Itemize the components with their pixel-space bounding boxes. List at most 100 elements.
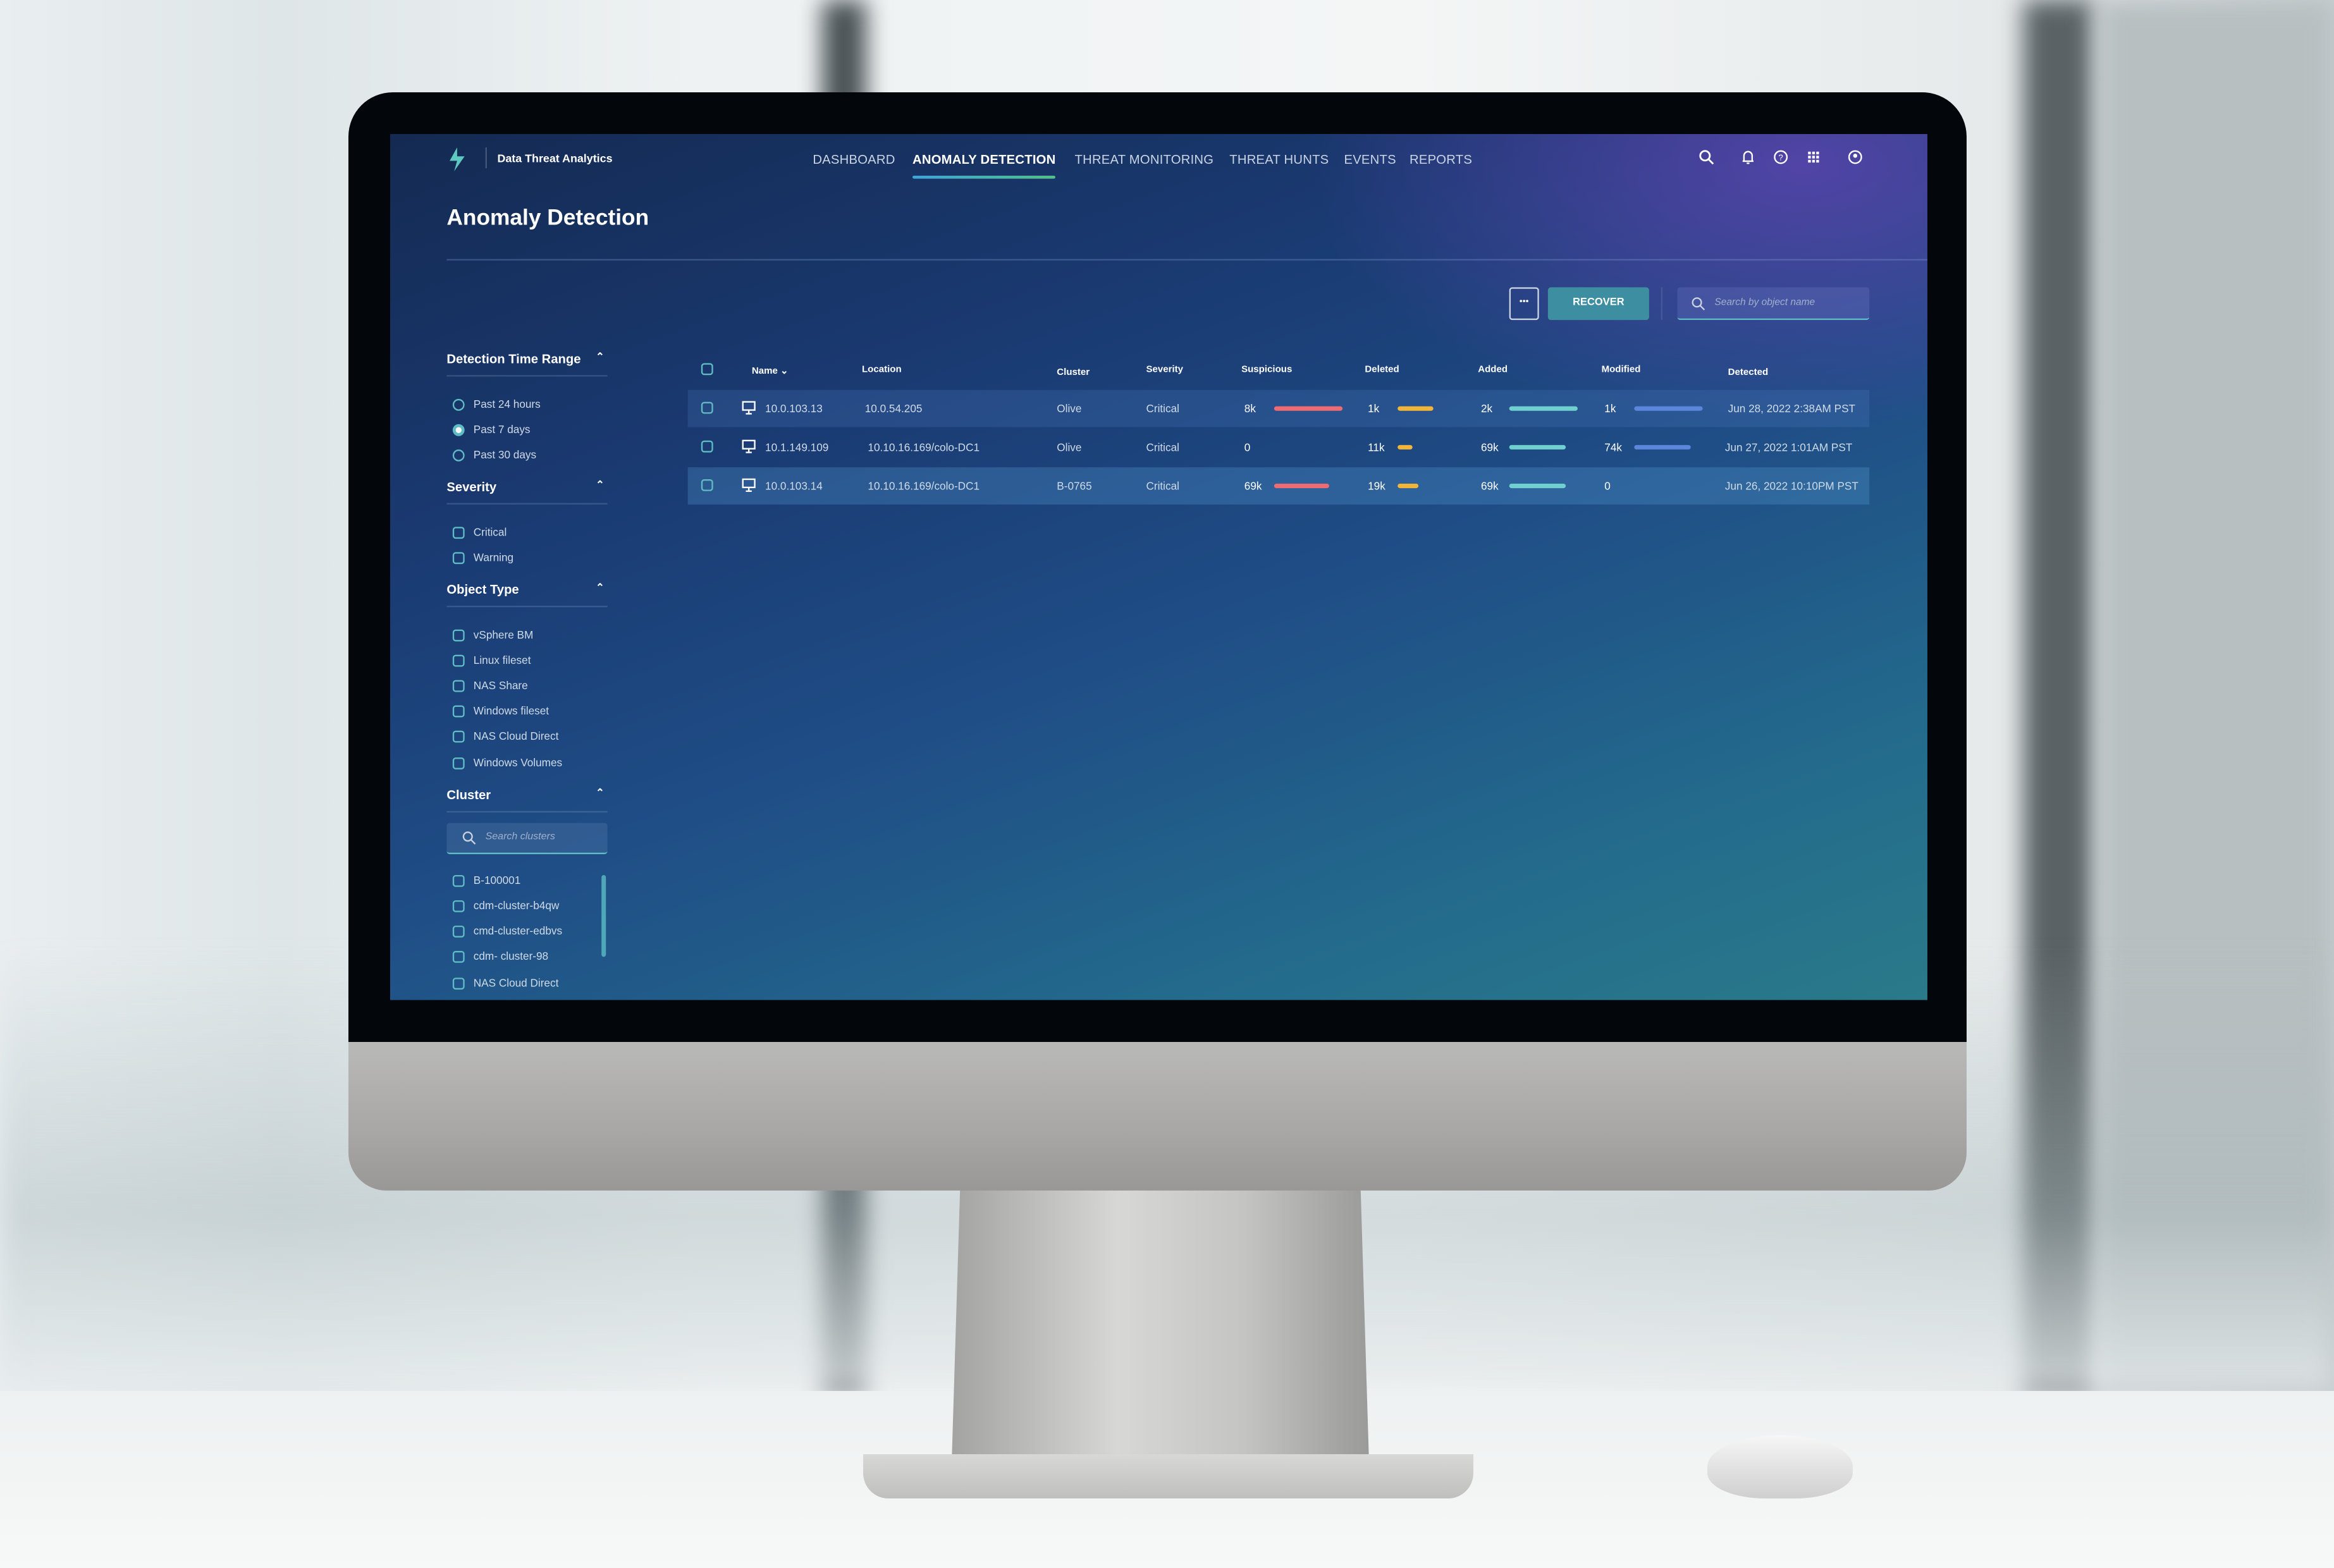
chevron-up-icon[interactable]: ⌃ [596,479,605,491]
chevron-up-icon[interactable]: ⌃ [596,582,605,594]
more-actions-button[interactable]: ••• [1509,287,1539,321]
filter-time-header[interactable]: Detection Time Range ⌃ [446,352,607,367]
column-header-cluster[interactable]: Cluster [1057,367,1090,377]
search-icon[interactable] [1698,149,1715,166]
row-checkbox[interactable] [701,479,713,491]
nav-anomaly-detection[interactable]: ANOMALY DETECTION [912,152,1056,167]
checkbox-cluster[interactable]: cmd-cluster-edbvs [452,924,562,938]
table-row[interactable]: 10.1.149.109 10.10.16.169/colo-DC1 Olive Cr… [688,429,1870,466]
cell-added: 69k [1480,479,1499,493]
checkbox-object-type[interactable]: NAS Share [452,678,528,692]
nav-reports[interactable]: REPORTS [1410,152,1472,167]
radio-past-24-hours[interactable]: Past 24 hours [452,398,541,411]
column-header-modified[interactable]: Modified [1602,365,1641,375]
cell-name[interactable]: 10.0.103.13 [765,402,823,415]
deleted-bar [1397,406,1434,410]
cell-suspicious: 8k [1244,401,1256,415]
deleted-bar [1397,484,1418,487]
suspicious-bar [1274,484,1329,487]
deleted-bar [1397,444,1413,449]
filter-object-type-header[interactable]: Object Type ⌃ [446,582,607,597]
table-row[interactable]: 10.0.103.14 10.10.16.169/colo-DC1 B-0765 Cr… [687,467,1870,505]
cell-added: 2k [1480,401,1493,415]
divider [446,811,608,813]
cell-cluster: Olive [1057,440,1082,454]
cell-severity: Critical [1146,401,1179,415]
table-row[interactable]: 10.0.103.13 10.0.54.205 Olive Critical 8k 1k 2… [687,389,1870,427]
chevron-up-icon[interactable]: ⌃ [596,787,605,799]
cluster-search-input[interactable]: Search clusters [446,823,608,854]
filter-cluster-header[interactable]: Cluster ⌃ [446,787,607,802]
monitor-icon [742,478,756,492]
search-icon [462,831,476,845]
checkbox-warning[interactable]: Warning [452,551,513,564]
checkbox-object-type[interactable]: NAS Cloud Direct [452,729,558,742]
cell-severity: Critical [1146,479,1179,493]
chevron-up-icon[interactable]: ⌃ [596,352,605,363]
column-header-deleted[interactable]: Deleted [1365,365,1399,375]
filter-severity-header[interactable]: Severity ⌃ [446,479,607,494]
checkbox-cluster[interactable]: cdm- cluster-98 [452,950,548,963]
cell-detected: Jun 26, 2022 10:10PM PST [1724,479,1858,493]
cell-detected: Jun 28, 2022 2:38AM PST [1728,401,1856,415]
column-header-detected[interactable]: Detected [1728,367,1769,377]
checkbox-cluster[interactable]: cdm-cluster-b4qw [452,899,559,912]
checkbox-cluster[interactable]: B-100001 [452,874,520,887]
checkbox-cluster[interactable]: NAS Cloud Direct [452,976,558,989]
cell-suspicious: 0 [1244,440,1251,454]
row-checkbox[interactable] [701,401,713,414]
column-header-location[interactable]: Location [862,365,902,375]
radio-past-30-days[interactable]: Past 30 days [452,448,536,462]
screen: Data Threat Analytics DASHBOARD ANOMALY … [390,134,1927,1000]
row-checkbox[interactable] [701,440,713,453]
monitor-stand [952,1191,1369,1462]
checkbox-object-type[interactable]: Windows Volumes [452,756,562,769]
column-header-severity[interactable]: Severity [1146,365,1183,375]
page-title: Anomaly Detection [446,205,649,231]
modified-bar [1634,406,1703,410]
active-tab-indicator [912,175,1055,179]
cell-deleted: 19k [1368,479,1385,493]
cell-name[interactable]: 10.0.103.14 [765,479,823,493]
cell-cluster: Olive [1057,401,1082,415]
column-header-suspicious[interactable]: Suspicious [1241,365,1292,375]
cell-deleted: 11k [1368,440,1385,454]
nav-threat-hunts[interactable]: THREAT HUNTS [1229,152,1329,167]
nav-events[interactable]: EVENTS [1344,152,1396,167]
nav-threat-monitoring[interactable]: THREAT MONITORING [1075,152,1214,167]
filter-title: Detection Time Range [446,351,581,367]
bell-icon[interactable] [1740,149,1756,166]
divider [1661,287,1663,321]
divider [446,503,608,505]
suspicious-bar [1274,406,1343,410]
cell-cluster: B-0765 [1057,479,1092,493]
radio-past-7-days[interactable]: Past 7 days [452,423,531,436]
cluster-list-scrollbar[interactable] [601,874,606,957]
cell-location: 10.0.54.205 [864,401,923,415]
nav-dashboard[interactable]: DASHBOARD [813,152,895,167]
monitor-base [863,1454,1473,1498]
search-icon [1692,297,1705,310]
search-placeholder: Search clusters [485,831,555,843]
apps-grid-icon[interactable] [1805,149,1822,166]
object-search-input[interactable]: Search by object name [1677,287,1870,321]
recover-button[interactable]: RECOVER [1547,287,1649,321]
added-bar [1509,406,1578,410]
checkbox-object-type[interactable]: vSphere BM [452,628,533,641]
column-header-added[interactable]: Added [1478,365,1508,375]
checkbox-object-type[interactable]: Linux fileset [452,653,531,666]
monitor-icon [742,401,756,415]
cell-location: 10.10.16.169/colo-DC1 [868,440,980,454]
user-icon[interactable] [1847,149,1864,166]
logo-icon [450,147,465,171]
modified-bar [1634,444,1692,449]
checkbox-critical[interactable]: Critical [452,525,507,539]
checkbox-object-type[interactable]: Windows fileset [452,704,549,717]
column-header-name[interactable]: Name ⌄ [752,365,789,376]
cell-suspicious: 69k [1244,479,1262,493]
select-all-checkbox[interactable] [701,363,713,376]
cell-location: 10.10.16.169/colo-DC1 [868,479,980,493]
cell-name[interactable]: 10.1.149.109 [765,441,828,454]
help-icon[interactable]: ? [1772,149,1789,166]
cell-modified: 74k [1604,440,1622,454]
